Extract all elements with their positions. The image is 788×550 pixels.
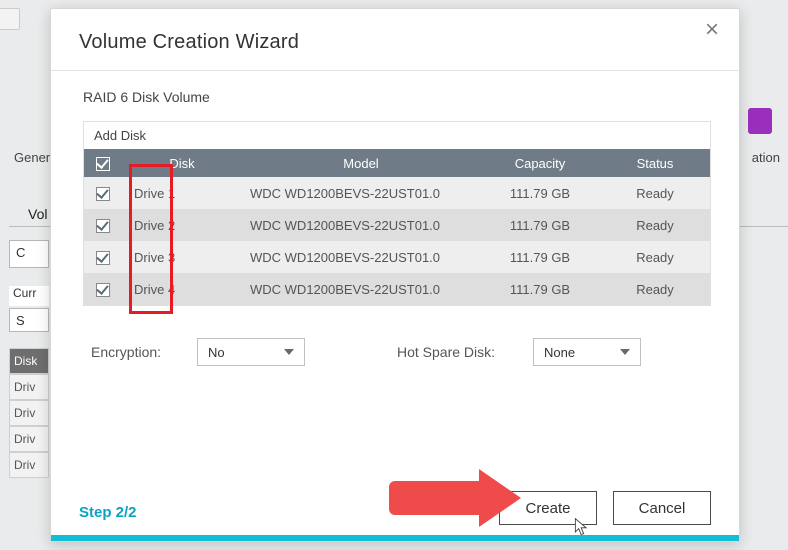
bg-icon-right xyxy=(748,108,772,134)
table-row[interactable]: Drive 2 WDC WD1200BEVS-22UST01.0 111.79 … xyxy=(84,209,710,241)
cell-status: Ready xyxy=(600,177,710,209)
cell-disk: Drive 3 xyxy=(122,241,242,273)
bg-row-drv4: Driv xyxy=(9,452,49,478)
checkbox-icon[interactable] xyxy=(96,251,110,265)
disk-table-wrap: Add Disk Disk Model Capacity Status Driv… xyxy=(83,121,711,306)
cell-status: Ready xyxy=(600,273,710,305)
bg-row-drv2: Driv xyxy=(9,400,49,426)
cell-status: Ready xyxy=(600,241,710,273)
header-checkbox[interactable] xyxy=(84,149,122,177)
bg-row-disk: Disk xyxy=(9,348,49,374)
bg-box-c: C xyxy=(9,240,49,268)
cell-disk: Drive 2 xyxy=(122,209,242,241)
chevron-down-icon xyxy=(284,349,294,355)
disk-table: Disk Model Capacity Status Drive 1 WDC W… xyxy=(84,149,710,305)
cell-disk: Drive 1 xyxy=(122,177,242,209)
header-status: Status xyxy=(600,149,710,177)
checkbox-icon[interactable] xyxy=(96,219,110,233)
volume-wizard-modal: × Volume Creation Wizard RAID 6 Disk Vol… xyxy=(50,8,740,542)
header-disk: Disk xyxy=(122,149,242,177)
bg-label-right: ation xyxy=(752,150,780,165)
bg-s: S xyxy=(9,308,49,332)
modal-title: Volume Creation Wizard xyxy=(51,9,739,70)
encryption-select[interactable]: No xyxy=(197,338,305,366)
cell-capacity: 111.79 GB xyxy=(480,273,600,305)
cell-disk: Drive 4 xyxy=(122,273,242,305)
cell-status: Ready xyxy=(600,209,710,241)
chevron-down-icon xyxy=(620,349,630,355)
cancel-button[interactable]: Cancel xyxy=(613,491,711,525)
bg-tab-vol: Vol xyxy=(28,206,47,222)
bg-curr: Curr xyxy=(9,286,49,306)
close-icon[interactable]: × xyxy=(701,19,723,41)
bg-row-drv1: Driv xyxy=(9,374,49,400)
options-row: Encryption: No Hot Spare Disk: None xyxy=(83,306,711,366)
checkbox-icon[interactable] xyxy=(96,283,110,297)
encryption-value: No xyxy=(208,345,225,360)
cell-model: WDC WD1200BEVS-22UST01.0 xyxy=(242,209,480,241)
hotspare-label: Hot Spare Disk: xyxy=(397,344,507,360)
table-row[interactable]: Drive 1 WDC WD1200BEVS-22UST01.0 111.79 … xyxy=(84,177,710,209)
header-capacity: Capacity xyxy=(480,149,600,177)
encryption-label: Encryption: xyxy=(91,344,171,360)
hotspare-value: None xyxy=(544,345,575,360)
add-disk-button[interactable]: Add Disk xyxy=(84,122,710,149)
cell-model: WDC WD1200BEVS-22UST01.0 xyxy=(242,273,480,305)
cell-capacity: 111.79 GB xyxy=(480,209,600,241)
header-model: Model xyxy=(242,149,480,177)
cell-model: WDC WD1200BEVS-22UST01.0 xyxy=(242,177,480,209)
cell-capacity: 111.79 GB xyxy=(480,177,600,209)
bg-row-drv3: Driv xyxy=(9,426,49,452)
cell-model: WDC WD1200BEVS-22UST01.0 xyxy=(242,241,480,273)
accent-bar xyxy=(51,535,739,541)
step-indicator: Step 2/2 xyxy=(79,504,137,521)
checkbox-icon[interactable] xyxy=(96,187,110,201)
bg-btn-frag xyxy=(0,8,20,30)
hotspare-select[interactable]: None xyxy=(533,338,641,366)
create-button[interactable]: Create xyxy=(499,491,597,525)
cell-capacity: 111.79 GB xyxy=(480,241,600,273)
modal-content: RAID 6 Disk Volume Add Disk Disk Model C… xyxy=(51,71,739,366)
volume-type-label: RAID 6 Disk Volume xyxy=(83,89,711,105)
checkbox-all-icon[interactable] xyxy=(96,157,110,171)
table-row[interactable]: Drive 4 WDC WD1200BEVS-22UST01.0 111.79 … xyxy=(84,273,710,305)
table-row[interactable]: Drive 3 WDC WD1200BEVS-22UST01.0 111.79 … xyxy=(84,241,710,273)
